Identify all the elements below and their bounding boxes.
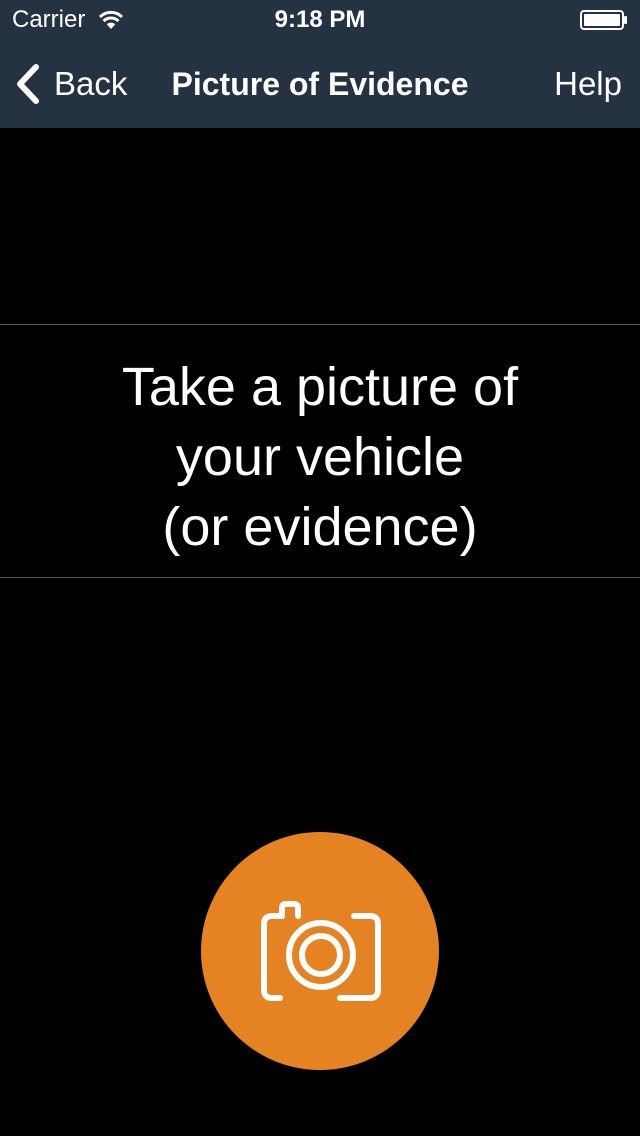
camera-icon xyxy=(261,901,381,1001)
top-divider xyxy=(0,324,640,325)
bottom-divider xyxy=(0,577,640,578)
clock: 9:18 PM xyxy=(274,6,366,33)
evidence-photo-screen: Carrier 9:18 PM Back Picture of Evidence xyxy=(0,0,640,1136)
status-bar: Carrier 9:18 PM xyxy=(0,0,640,40)
instruction-text: Take a picture of your vehicle (or evide… xyxy=(0,352,640,562)
battery-full-icon xyxy=(580,10,627,30)
help-button[interactable]: Help xyxy=(554,62,622,106)
top-bar: Carrier 9:18 PM Back Picture of Evidence xyxy=(0,0,640,128)
take-picture-button[interactable] xyxy=(201,832,439,1070)
instruction-line: your vehicle xyxy=(175,427,465,487)
page-title: Picture of Evidence xyxy=(171,66,469,102)
navigation-bar: Back Picture of Evidence Help xyxy=(0,40,640,128)
instruction-line: (or evidence) xyxy=(162,497,478,557)
instruction-line: Take a picture of xyxy=(121,357,519,417)
